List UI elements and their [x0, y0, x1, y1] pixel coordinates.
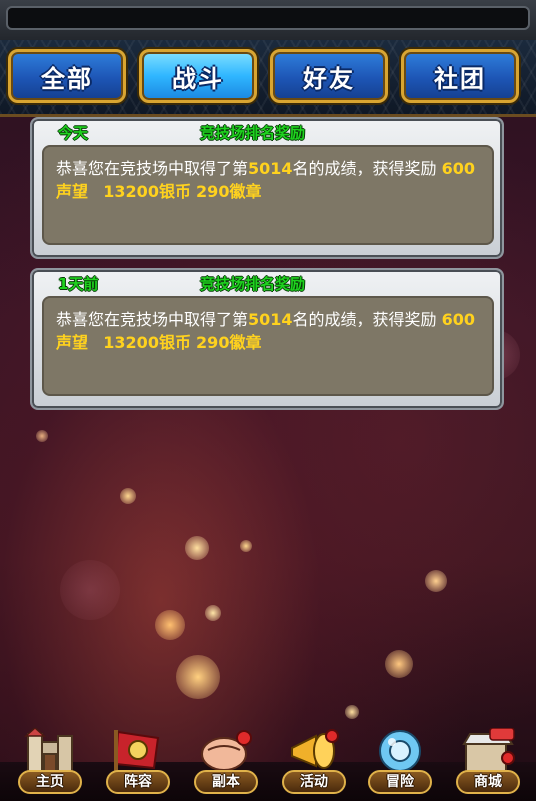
- flag-icon: [114, 730, 160, 772]
- bokeh-light: [345, 705, 359, 719]
- nav-adventure[interactable]: 冒险: [364, 728, 436, 801]
- nav-home[interactable]: 主页: [14, 728, 86, 801]
- bottom-nav: 主页 阵容 副本 活动 冒险 商城: [0, 728, 536, 801]
- tab-battle[interactable]: 战斗: [139, 49, 257, 103]
- message-card[interactable]: 今天 竞技场排名奖励 恭喜您在竞技场中取得了第5014名的成绩，获得奖励 600…: [30, 117, 504, 259]
- nav-label: 主页: [18, 770, 82, 794]
- nav-events[interactable]: 活动: [278, 728, 350, 801]
- bokeh-light: [36, 430, 48, 442]
- message-body: 恭喜您在竞技场中取得了第5014名的成绩，获得奖励 600声望 13200银币 …: [42, 145, 494, 245]
- top-status-slot: [6, 6, 530, 30]
- nav-label: 阵容: [106, 770, 170, 794]
- reward-silver: 13200银币: [103, 182, 191, 201]
- rank-value: 5014: [248, 159, 293, 178]
- nav-shop[interactable]: 商城: [452, 728, 524, 801]
- bokeh-light: [176, 655, 220, 699]
- horn-icon: [291, 729, 339, 769]
- bokeh-light: [155, 610, 185, 640]
- message-time: 今天: [58, 124, 89, 142]
- top-bar: [0, 0, 536, 40]
- bokeh-light: [185, 536, 209, 560]
- message-body: 恭喜您在竞技场中取得了第5014名的成绩，获得奖励 600声望 13200银币 …: [42, 296, 494, 396]
- tab-all[interactable]: 全部: [8, 49, 126, 103]
- message-time: 1天前: [58, 275, 99, 293]
- shop-icon: [462, 728, 515, 773]
- nav-lineup[interactable]: 阵容: [102, 728, 174, 801]
- bokeh-light: [205, 605, 221, 621]
- nav-label: 商城: [456, 770, 520, 794]
- castle-icon: [24, 728, 73, 773]
- nav-label: 副本: [194, 770, 258, 794]
- nav-label: 活动: [282, 770, 346, 794]
- message-text-suffix: 名的成绩，获得奖励: [292, 310, 437, 329]
- message-text-suffix: 名的成绩，获得奖励: [292, 159, 437, 178]
- orb-icon: [379, 730, 421, 772]
- tab-friends[interactable]: 好友: [270, 49, 388, 103]
- bokeh-light: [60, 560, 120, 620]
- rank-value: 5014: [248, 310, 293, 329]
- message-title: 竞技场排名奖励: [200, 124, 306, 142]
- message-text-prefix: 恭喜您在竞技场中取得了第: [56, 159, 249, 178]
- nav-dungeon[interactable]: 副本: [190, 728, 262, 801]
- fist-icon: [201, 730, 252, 771]
- bokeh-light: [425, 570, 447, 592]
- nav-label: 冒险: [368, 770, 432, 794]
- message-text-prefix: 恭喜您在竞技场中取得了第: [56, 310, 249, 329]
- tab-bar: 全部 战斗 好友 社团: [0, 40, 536, 117]
- bokeh-light: [385, 650, 413, 678]
- bokeh-light: [120, 488, 136, 504]
- reward-badge: 290徽章: [196, 182, 262, 201]
- message-title: 竞技场排名奖励: [200, 275, 306, 293]
- reward-silver: 13200银币: [103, 333, 191, 352]
- bokeh-light: [240, 540, 252, 552]
- reward-badge: 290徽章: [196, 333, 262, 352]
- tab-guild[interactable]: 社团: [401, 49, 519, 103]
- message-card[interactable]: 1天前 竞技场排名奖励 恭喜您在竞技场中取得了第5014名的成绩，获得奖励 60…: [30, 268, 504, 410]
